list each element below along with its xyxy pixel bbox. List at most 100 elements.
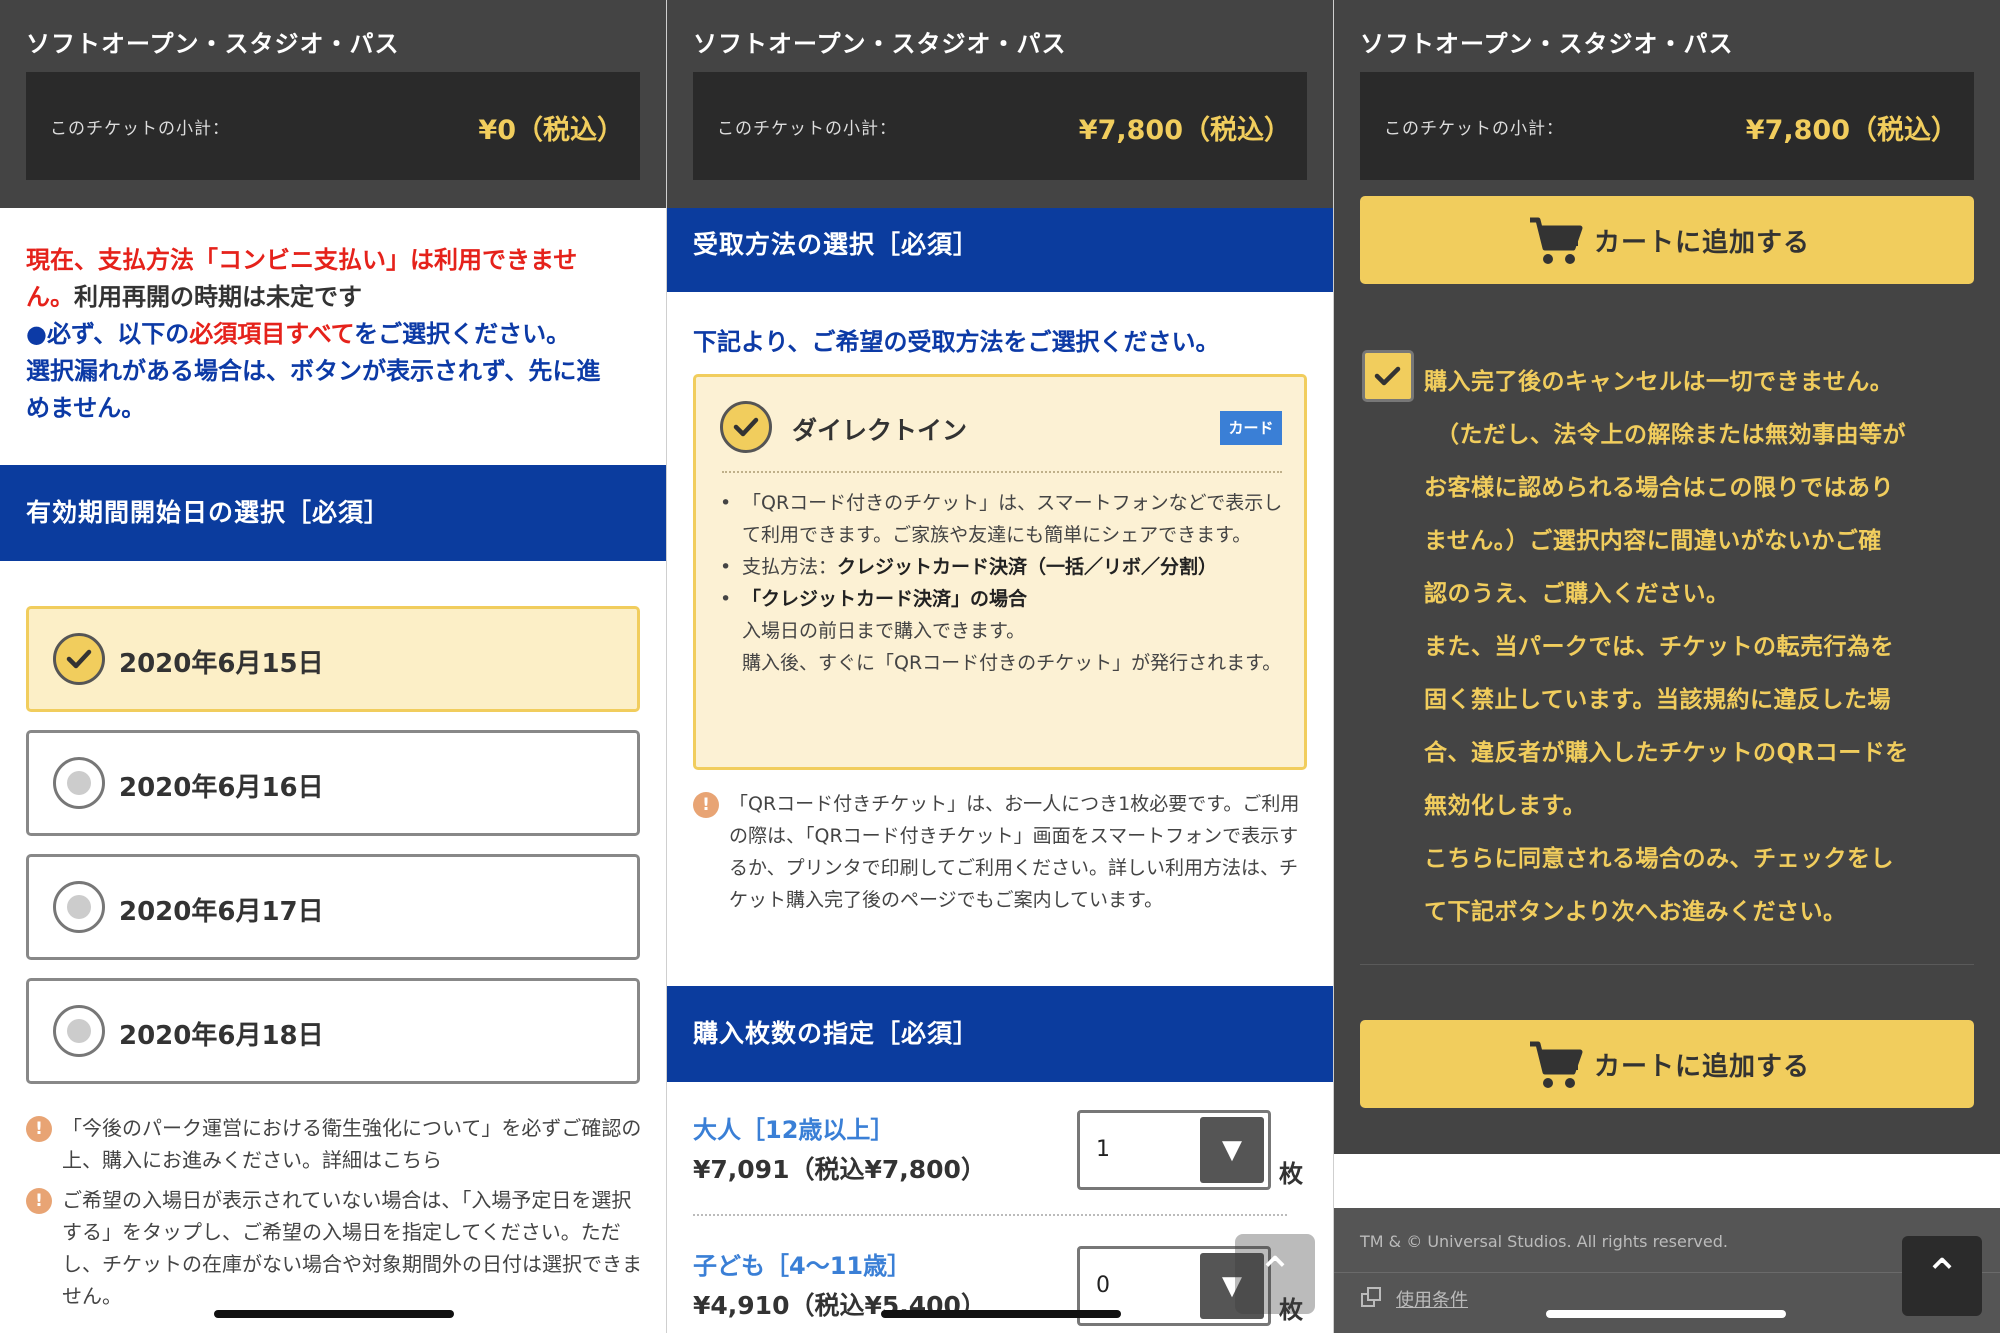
check-icon	[53, 633, 105, 685]
bullet-text: 「QRコード付きのチケット」は、スマートフォンなどで表示して利用できます。ご家族…	[742, 492, 1283, 546]
warning-text: ご希望の入場日が表示されていない場合は、「入場予定日を選択する」をタップし、ご希…	[62, 1188, 642, 1308]
check-icon	[1374, 366, 1401, 386]
subtotal-label: このチケットの小計：	[717, 119, 897, 139]
exclamation-icon: !	[26, 1116, 52, 1142]
cart-icon	[1530, 1041, 1583, 1088]
list-item: 購入後、すぐに「QRコード付きのチケット」が発行されます。	[742, 647, 1290, 679]
qty-section-header: 購入枚数の指定［必須］	[667, 986, 1333, 1082]
bullet-text: 入場日の前日まで購入できます。	[742, 620, 1026, 642]
receive-lead-text: 下記より、ご希望の受取方法をご選択ください。	[693, 328, 1220, 356]
subtotal-box: このチケットの小計： ¥0（税込）	[26, 72, 640, 180]
warning-note: ! 「QRコード付きチケット」は、お一人につき1枚必要です。ご利用の際は、「QR…	[693, 788, 1313, 916]
consent-line: 認のうえ、ご購入ください。	[1424, 581, 1730, 607]
subtotal-label: このチケットの小計：	[50, 119, 230, 139]
payment-notice: 現在、支払方法「コンビニ支払い」は利用できませ ん。利用再開の時期は未定です ●…	[26, 242, 646, 427]
exclamation-icon: !	[693, 792, 719, 818]
consent-line: 合、違反者が購入したチケットのQRコードを	[1424, 740, 1909, 766]
list-item: • 支払方法：クレジットカード決済（一括／リボ／分割）	[720, 556, 1218, 578]
add-to-cart-label: カートに追加する	[1594, 228, 1811, 258]
ticket-header: ソフトオープン・スタジオ・パス このチケットの小計： ¥7,800（税込）	[1334, 0, 2000, 180]
home-indicator	[881, 1310, 1121, 1318]
terms-link-label: 使用条件	[1396, 1290, 1468, 1311]
date-option[interactable]: 2020年6月15日	[26, 606, 640, 712]
subtotal-value: ¥7,800（税込）	[1745, 115, 1958, 146]
notice-navy-text: をご選択ください。	[354, 320, 571, 348]
radio-icon	[53, 881, 105, 933]
product-title: ソフトオープン・スタジオ・パス	[1360, 30, 1734, 58]
radio-icon	[53, 757, 105, 809]
subtotal-box: このチケットの小計： ¥7,800（税込）	[1360, 72, 1974, 180]
consent-line: こちらに同意される場合のみ、チェックをし	[1424, 846, 1894, 872]
ticket-header: ソフトオープン・スタジオ・パス このチケットの小計： ¥0（税込）	[0, 0, 666, 208]
terms-link[interactable]: 使用条件	[1360, 1286, 1468, 1312]
bullet-title: 「クレジットカード決済」の場合	[742, 588, 1028, 610]
list-item: • 「クレジットカード決済」の場合	[720, 588, 1028, 610]
list-item: • 「QRコード付きのチケット」は、スマートフォンなどで表示して利用できます。ご家…	[720, 492, 1283, 546]
list-item: 入場日の前日まで購入できます。	[742, 615, 1290, 647]
notice-navy-text: ●必ず、以下の	[26, 320, 190, 348]
receive-method-option[interactable]: ダイレクトイン カード • 「QRコード付きのチケット」は、スマートフォンなどで表…	[693, 374, 1307, 770]
method-name: ダイレクトイン	[792, 416, 968, 445]
subtotal-value: ¥7,800（税込）	[1078, 115, 1291, 146]
radio-icon	[53, 1005, 105, 1057]
add-to-cart-button[interactable]: カートに追加する	[1360, 196, 1974, 284]
bullet-text: 購入後、すぐに「QRコード付きのチケット」が発行されます。	[742, 652, 1282, 674]
consent-line: ません。）ご選択内容に間違いがないかご確	[1424, 528, 1882, 554]
quantity-select[interactable]: 1 ▼	[1077, 1110, 1271, 1190]
date-section-header: 有効期間開始日の選択［必須］	[0, 465, 666, 561]
product-title: ソフトオープン・スタジオ・パス	[26, 30, 400, 58]
add-to-cart-button[interactable]: カートに追加する	[1360, 1020, 1974, 1108]
consent-line: 購入完了後のキャンセルは一切できません。	[1424, 369, 1894, 395]
subtotal-value: ¥0（税込）	[478, 115, 624, 146]
consent-line: 無効化します。	[1424, 793, 1587, 819]
date-label: 2020年6月16日	[119, 773, 324, 803]
bullet-label: 支払方法：	[742, 556, 838, 578]
date-label: 2020年6月17日	[119, 897, 324, 927]
panel-date-selection: ソフトオープン・スタジオ・パス このチケットの小計： ¥0（税込） 現在、支払方…	[0, 0, 666, 1333]
consent-checkbox[interactable]	[1362, 350, 1414, 402]
date-label: 2020年6月18日	[119, 1021, 324, 1051]
warning-note: ! 「今後のパーク運営における衛生強化について」を必ずご確認の上、購入にお進みく…	[26, 1112, 646, 1176]
ticket-header: ソフトオープン・スタジオ・パス このチケットの小計： ¥7,800（税込）	[667, 0, 1333, 208]
product-title: ソフトオープン・スタジオ・パス	[693, 30, 1067, 58]
home-indicator	[1546, 1310, 1786, 1318]
copyright-text: TM & © Universal Studios. All rights res…	[1360, 1232, 1728, 1251]
warning-note: ! ご希望の入場日が表示されていない場合は、「入場予定日を選択する」をタップし、…	[26, 1184, 646, 1312]
subtotal-label: このチケットの小計：	[1384, 119, 1564, 139]
consent-line: （ただし、法令上の解除または無効事由等が	[1436, 422, 1906, 448]
exclamation-icon: !	[26, 1188, 52, 1214]
consent-line: て下記ボタンより次へお進みください。	[1424, 899, 1847, 925]
check-icon	[720, 401, 772, 453]
subtotal-box: このチケットの小計： ¥7,800（税込）	[693, 72, 1307, 180]
triangle-down-icon: ▼	[1200, 1117, 1264, 1183]
date-option[interactable]: 2020年6月17日	[26, 854, 640, 960]
date-option[interactable]: 2020年6月16日	[26, 730, 640, 836]
date-label: 2020年6月15日	[119, 649, 324, 679]
notice-red-text: 現在、支払方法「コンビニ支払い」は利用できませ	[26, 246, 578, 274]
consent-line: お客様に認められる場合はこの限りではあり	[1424, 475, 1894, 501]
notice-dark-text: 利用再開の時期は未定です	[74, 283, 362, 311]
method-details: • 「QRコード付きのチケット」は、スマートフォンなどで表示して利用できます。ご家…	[720, 487, 1290, 679]
panel-consent: ソフトオープン・スタジオ・パス このチケットの小計： ¥7,800（税込） カー…	[1334, 0, 2000, 1333]
date-option[interactable]: 2020年6月18日	[26, 978, 640, 1084]
chevron-up-icon[interactable]: ⌃	[1902, 1236, 1982, 1316]
notice-navy-text: めません。	[26, 394, 146, 422]
receive-section-header: 受取方法の選択［必須］	[667, 208, 1333, 292]
qty-unit: 枚	[1279, 1160, 1303, 1188]
notice-required-text: 必須項目すべて	[189, 320, 355, 348]
consent-line: 固く禁止しています。当該規約に違反した場	[1424, 687, 1892, 713]
chevron-up-icon[interactable]: ⌃	[1235, 1234, 1315, 1314]
notice-red-text: ん。	[26, 283, 74, 311]
bullet-value: クレジットカード決済（一括／リボ／分割）	[837, 556, 1218, 578]
home-indicator	[214, 1310, 454, 1318]
qty-name: 大人［12歳以上］	[693, 1116, 895, 1144]
warning-text[interactable]: 「今後のパーク運営における衛生強化について」を必ずご確認の上、購入にお進みくださ…	[62, 1116, 641, 1172]
consent-line: また、当パークでは、チケットの転売行為を	[1424, 634, 1894, 660]
panel-receive-method: ソフトオープン・スタジオ・パス このチケットの小計： ¥7,800（税込） 受取…	[667, 0, 1333, 1333]
add-to-cart-label: カートに追加する	[1594, 1052, 1811, 1082]
qty-value: 1	[1096, 1137, 1110, 1162]
qty-value: 0	[1096, 1273, 1110, 1298]
warning-text: 「QRコード付きチケット」は、お一人につき1枚必要です。ご利用の際は、「QRコー…	[729, 793, 1300, 911]
qty-name: 子ども［4〜11歳］	[693, 1252, 912, 1280]
notice-navy-text: 選択漏れがある場合は、ボタンが表示されず、先に進	[26, 357, 601, 385]
